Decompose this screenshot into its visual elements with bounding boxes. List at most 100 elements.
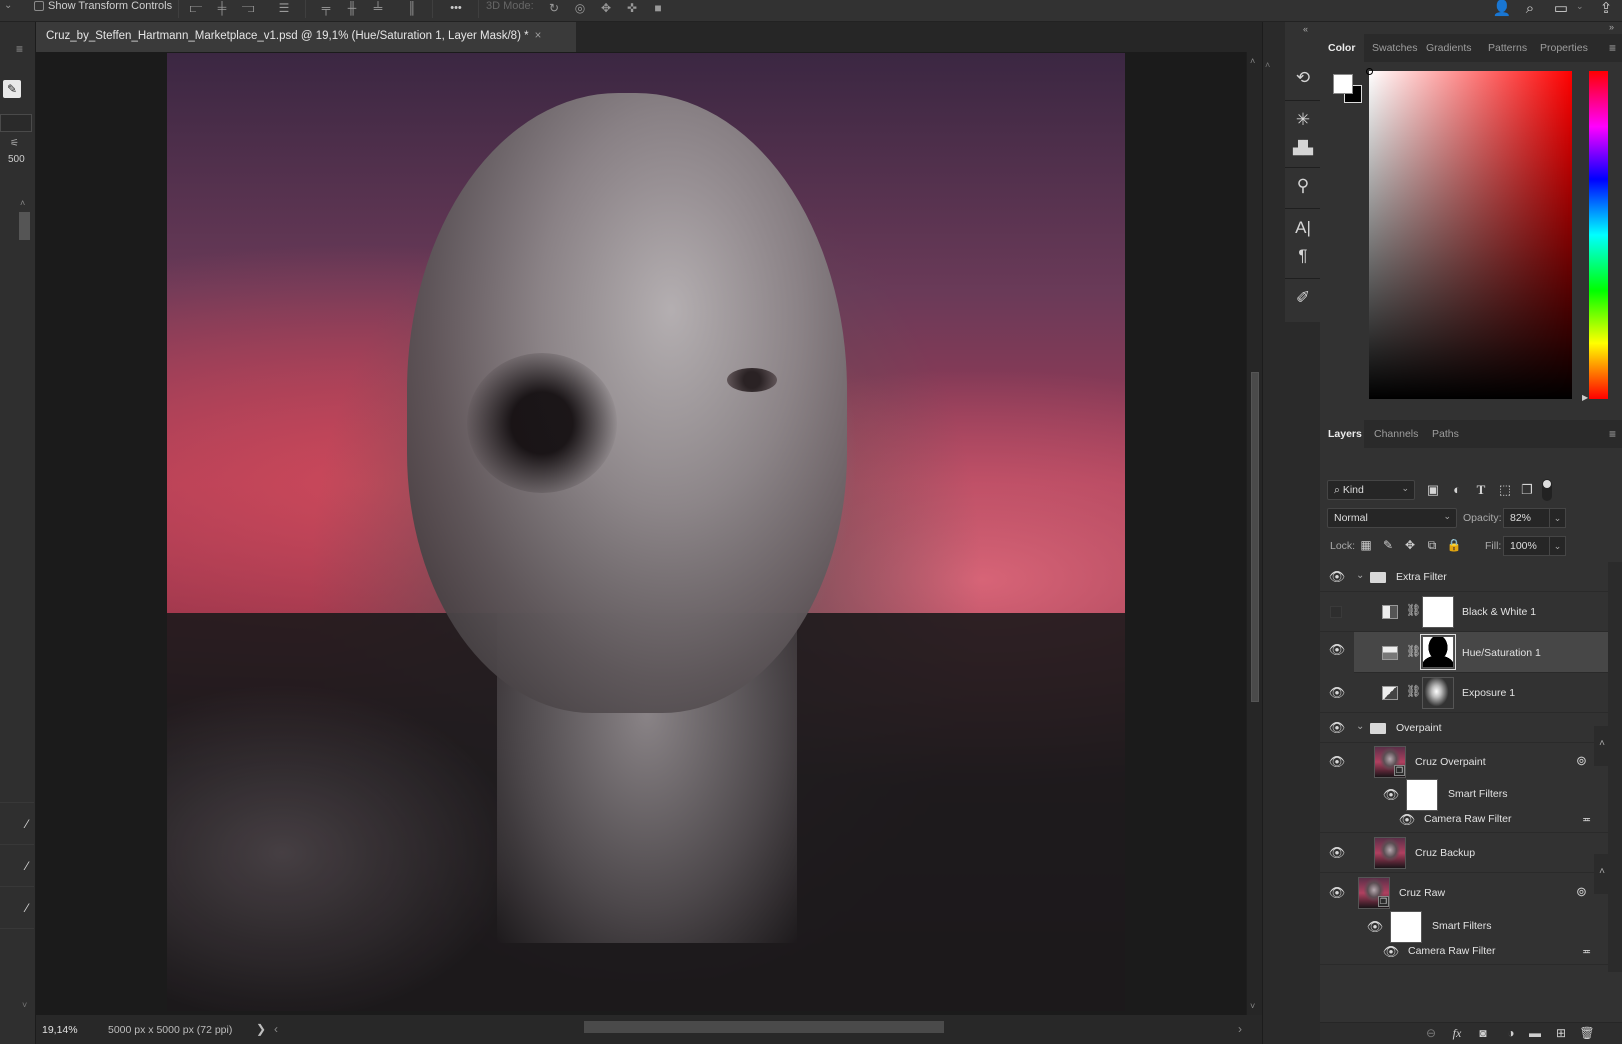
- fill-slider-toggle[interactable]: ⌄: [1549, 536, 1566, 556]
- horizontal-scroll-thumb[interactable]: [584, 1021, 944, 1033]
- layer-name[interactable]: Cruz Backup: [1415, 847, 1475, 859]
- expand-panels-icon[interactable]: »: [1609, 22, 1614, 32]
- close-tab-icon[interactable]: ×: [535, 30, 542, 42]
- smart-filter-mask-thumbnail[interactable]: [1406, 779, 1438, 811]
- panel-menu-icon[interactable]: ≡: [16, 42, 23, 56]
- filter-kind-dropdown[interactable]: ⌕ Kind ⌄: [1327, 480, 1415, 500]
- layer-hue-saturation[interactable]: ⛓ Hue/Saturation 1: [1354, 632, 1608, 673]
- scroll-right-icon[interactable]: ›: [1238, 1022, 1242, 1036]
- visibility-eye-icon[interactable]: 👁: [1326, 642, 1348, 658]
- collapse-panels-icon[interactable]: «: [1303, 24, 1308, 34]
- visibility-eye-icon[interactable]: 👁: [1326, 685, 1348, 701]
- document-tab[interactable]: Cruz_by_Steffen_Hartmann_Marketplace_v1.…: [36, 22, 576, 52]
- scroll-down-icon[interactable]: ˅: [1250, 1001, 1255, 1011]
- align-vertical-centers-icon[interactable]: ╫: [344, 1, 360, 15]
- layer-name[interactable]: Cruz Raw: [1399, 887, 1445, 899]
- clone-source-icon[interactable]: ⚲: [1287, 174, 1319, 198]
- visibility-toggle-off[interactable]: [1330, 606, 1342, 618]
- lock-transparent-icon[interactable]: ▦: [1358, 536, 1374, 554]
- lock-all-icon[interactable]: 🔒: [1446, 536, 1462, 554]
- layer-group-extra-filter[interactable]: 👁 ⌄ Extra Filter: [1320, 562, 1608, 592]
- layer-cruz-backup[interactable]: 👁 Cruz Backup: [1320, 833, 1608, 873]
- brush-list-scrollbar[interactable]: [19, 212, 30, 240]
- filter-camera-raw[interactable]: 👁 Camera Raw Filter ≖: [1320, 809, 1608, 833]
- filter-smart-object-icon[interactable]: ❐: [1518, 481, 1536, 499]
- smart-filter-indicator-icon[interactable]: ⊚: [1576, 884, 1587, 900]
- visibility-eye-icon[interactable]: 👁: [1326, 845, 1348, 861]
- visibility-eye-icon[interactable]: 👁: [1326, 885, 1348, 901]
- layer-name[interactable]: Hue/Saturation 1: [1462, 647, 1541, 659]
- canvas-area[interactable]: ˄ ˅: [36, 52, 1262, 1015]
- brush-preset-item[interactable]: ⁄: [0, 886, 34, 928]
- filter-type-icon[interactable]: T: [1472, 481, 1490, 499]
- filter-blending-options-icon[interactable]: ≖: [1582, 945, 1591, 958]
- share-user-icon[interactable]: 👤: [1492, 0, 1512, 18]
- visibility-eye-icon[interactable]: 👁: [1326, 754, 1348, 770]
- more-options-button[interactable]: •••: [446, 1, 466, 15]
- orbit-3d-icon[interactable]: ↻: [546, 1, 562, 15]
- panel-menu-icon[interactable]: ≡: [1609, 41, 1616, 55]
- pan-3d-icon[interactable]: ✥: [598, 1, 614, 15]
- layer-group-overpaint[interactable]: 👁 ⌄ Overpaint: [1320, 713, 1608, 743]
- histogram-icon[interactable]: ▟▙: [1287, 136, 1319, 160]
- scroll-up-icon[interactable]: ˄: [20, 198, 25, 208]
- vertical-scroll-thumb[interactable]: [1251, 372, 1259, 702]
- layer-black-white[interactable]: ⛓ Black & White 1: [1320, 592, 1608, 632]
- filter-shape-icon[interactable]: ⬚: [1496, 481, 1514, 499]
- lock-artboard-icon[interactable]: ⧉: [1424, 536, 1440, 554]
- tab-color[interactable]: Color: [1320, 34, 1364, 62]
- layer-cruz-overpaint[interactable]: 👁 ❐ Cruz Overpaint ⊚: [1320, 743, 1608, 781]
- color-picker-cursor[interactable]: [1366, 68, 1373, 75]
- add-mask-icon[interactable]: ◙: [1474, 1026, 1492, 1042]
- slide-3d-icon[interactable]: ✜: [624, 1, 640, 15]
- distribute-horizontal-icon[interactable]: ☰: [276, 1, 292, 15]
- layer-mask-thumbnail[interactable]: [1422, 677, 1454, 709]
- visibility-eye-icon[interactable]: 👁: [1326, 569, 1348, 585]
- tab-channels[interactable]: Channels: [1366, 420, 1426, 448]
- smart-filter-indicator-icon[interactable]: ⊚: [1576, 753, 1587, 769]
- filter-camera-raw[interactable]: 👁 Camera Raw Filter ≖: [1320, 941, 1608, 965]
- hue-slider[interactable]: [1589, 71, 1608, 399]
- zoom-level[interactable]: 19,14%: [42, 1024, 78, 1036]
- visibility-eye-icon[interactable]: 👁: [1380, 787, 1402, 803]
- paragraph-icon[interactable]: ¶: [1287, 244, 1319, 268]
- navigator-icon[interactable]: ✳: [1287, 108, 1319, 132]
- chevron-down-icon[interactable]: ⌄: [1356, 721, 1364, 732]
- layer-name[interactable]: Camera Raw Filter: [1424, 813, 1512, 825]
- filter-pixel-icon[interactable]: ▣: [1424, 481, 1442, 499]
- search-icon[interactable]: ⌕: [1520, 0, 1540, 18]
- layer-name[interactable]: Overpaint: [1396, 722, 1442, 734]
- mask-link-icon[interactable]: ⛓: [1406, 603, 1421, 617]
- share-icon[interactable]: ⇪: [1596, 0, 1616, 18]
- layer-name[interactable]: Black & White 1: [1462, 606, 1536, 618]
- fill-input[interactable]: 100%: [1503, 536, 1553, 556]
- layer-name[interactable]: Exposure 1: [1462, 687, 1515, 699]
- opacity-slider-toggle[interactable]: ⌄: [1549, 508, 1566, 528]
- brush-preset-item[interactable]: ⁄: [0, 802, 34, 844]
- layer-exposure[interactable]: 👁 ⛓ Exposure 1: [1320, 673, 1608, 713]
- smart-filters-row[interactable]: 👁 Smart Filters: [1320, 911, 1608, 943]
- tab-properties[interactable]: Properties: [1532, 34, 1596, 62]
- hue-slider-handle[interactable]: ▶: [1582, 393, 1588, 402]
- smart-filters-row[interactable]: 👁 Smart Filters: [1320, 779, 1608, 811]
- workspace-chevron-icon[interactable]: ⌄: [1576, 1, 1584, 12]
- layer-name[interactable]: Camera Raw Filter: [1408, 945, 1496, 957]
- filter-toggle[interactable]: [1542, 479, 1552, 501]
- layer-cruz-raw[interactable]: 👁 ❐ Cruz Raw ⊚: [1320, 873, 1608, 913]
- visibility-eye-icon[interactable]: 👁: [1326, 720, 1348, 736]
- fx-icon[interactable]: fx: [1448, 1026, 1466, 1042]
- layer-mask-thumbnail[interactable]: [1420, 634, 1456, 670]
- new-group-icon[interactable]: ▬: [1526, 1026, 1544, 1042]
- brush-preset-field[interactable]: [0, 114, 32, 132]
- document-image[interactable]: [167, 53, 1125, 1011]
- brush-settings-icon[interactable]: ✐: [1287, 286, 1319, 310]
- layer-name[interactable]: Smart Filters: [1448, 788, 1508, 800]
- status-menu-arrow-icon[interactable]: ❯: [256, 1022, 266, 1036]
- tab-patterns[interactable]: Patterns: [1480, 34, 1535, 62]
- tool-preset-chevron-icon[interactable]: ⌄: [4, 0, 12, 11]
- scale-3d-icon[interactable]: ■: [650, 1, 666, 15]
- align-horizontal-centers-icon[interactable]: ╪: [214, 1, 230, 15]
- panel-menu-icon[interactable]: ≡: [1609, 427, 1616, 441]
- brush-tool-icon[interactable]: ✎: [3, 80, 21, 98]
- align-left-edges-icon[interactable]: ⫍: [188, 1, 204, 15]
